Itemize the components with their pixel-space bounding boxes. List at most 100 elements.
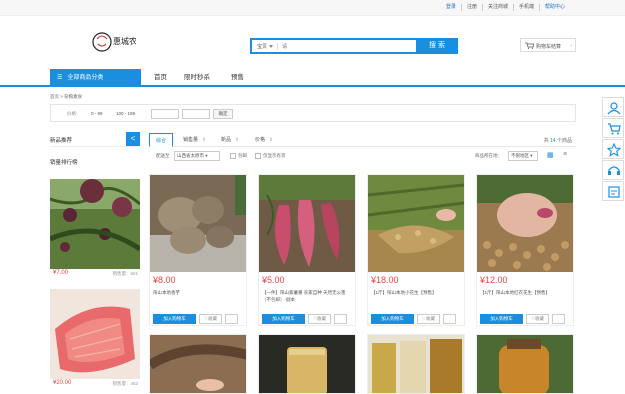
search-type-label[interactable]: 宝贝 bbox=[257, 43, 267, 50]
register-link[interactable]: 注册 bbox=[460, 4, 482, 11]
price-confirm-button[interactable]: 确定 bbox=[213, 109, 233, 119]
price-range-1[interactable]: 0 - 99 bbox=[91, 111, 103, 116]
service-button[interactable] bbox=[602, 160, 624, 180]
nav-home[interactable]: 首页 bbox=[154, 69, 167, 87]
svg-text:惠城农: 惠城农 bbox=[113, 36, 136, 46]
history-button[interactable] bbox=[602, 181, 624, 201]
product-name[interactable]: 阳山本地香芋 bbox=[153, 289, 245, 296]
cart-label: 购物车结算 bbox=[536, 44, 562, 50]
mobile-link[interactable]: 手机端 bbox=[512, 4, 539, 11]
side-cart-button[interactable] bbox=[602, 118, 624, 138]
sort-tab-sales[interactable]: 销售量 ⇕ bbox=[177, 133, 212, 147]
sort-arrow-icon: ⇕ bbox=[235, 137, 240, 143]
favorite-button[interactable]: ♡收藏 bbox=[199, 314, 222, 324]
nav-presale[interactable]: 预售 bbox=[231, 69, 244, 87]
search-button[interactable]: 搜 索 bbox=[416, 38, 458, 54]
product-card[interactable]: ¥12.00 【1斤】阳山本地红衣花生【预售】 加入购物车 ♡收藏 bbox=[476, 174, 574, 326]
side-product-image[interactable] bbox=[50, 179, 140, 269]
price-filter: 价格： 0 - 99 100 - 199 确定 bbox=[50, 104, 576, 122]
product-name[interactable]: 【1斤】阳山本地小花生【预售】 bbox=[371, 289, 463, 296]
product-image[interactable] bbox=[259, 175, 355, 272]
breadcrumb[interactable]: 首页 > 杂粮素食 bbox=[50, 94, 82, 100]
product-card[interactable]: ¥18.00 【1斤】阳山本地小花生【预售】 加入购物车 ♡收藏 bbox=[367, 174, 465, 326]
chevron-right-icon: › bbox=[570, 43, 572, 49]
nav-flash-sale[interactable]: 限时秒杀 bbox=[184, 69, 210, 87]
product-name[interactable]: 【1斤】阳山本地红衣花生【预售】 bbox=[480, 289, 572, 296]
product-card[interactable]: ¥5.00 【一件】阳山紫薯番 农家自种 天然无公害（不包邮）-副本 加入购物车… bbox=[258, 174, 356, 326]
free-shipping-label: 包邮 bbox=[238, 153, 247, 158]
favorite-button[interactable]: ♡收藏 bbox=[417, 314, 440, 324]
ship-to-label: 配送至 bbox=[156, 153, 170, 158]
filter-options: 配送至 山西省太原市 ▾ 包邮 仅显示有货 商品所在地： 不限地区 ▾ ▦ ≡ bbox=[149, 149, 576, 163]
history-icon bbox=[608, 186, 620, 198]
side-product-price: ¥20.00 bbox=[53, 380, 72, 386]
new-products-title: 新品推荐 bbox=[50, 138, 73, 144]
product-card[interactable] bbox=[367, 334, 465, 394]
add-to-cart-button[interactable]: 加入购物车 bbox=[153, 314, 196, 324]
chat-service-icon[interactable] bbox=[225, 314, 238, 324]
site-logo[interactable]: 惠城农 bbox=[92, 30, 137, 54]
caret-down-icon[interactable] bbox=[269, 45, 273, 48]
product-image[interactable] bbox=[477, 175, 573, 272]
follow-link[interactable]: 关注商城 bbox=[481, 4, 513, 11]
collapse-button[interactable]: < bbox=[126, 132, 140, 146]
price-filter-label: 价格： bbox=[67, 111, 81, 116]
chat-service-icon[interactable] bbox=[443, 314, 456, 324]
add-to-cart-button[interactable]: 加入购物车 bbox=[480, 314, 523, 324]
product-image[interactable] bbox=[368, 335, 465, 394]
product-card[interactable] bbox=[149, 334, 247, 394]
side-product-sold: 销售量：453 bbox=[112, 381, 138, 386]
product-image[interactable] bbox=[150, 175, 246, 272]
product-image[interactable] bbox=[150, 335, 247, 394]
all-categories-label: 全部商品分类 bbox=[67, 75, 104, 81]
sort-arrow-icon: ⇕ bbox=[269, 137, 274, 143]
product-image[interactable] bbox=[477, 335, 574, 394]
product-price: ¥5.00 bbox=[262, 275, 285, 285]
chat-service-icon[interactable] bbox=[334, 314, 347, 324]
sort-tab-default[interactable]: 综合 bbox=[149, 133, 174, 147]
favorite-button[interactable]: ♡收藏 bbox=[308, 314, 331, 324]
sales-ranking-title: 销量排行榜 bbox=[50, 160, 78, 166]
sort-tab-new[interactable]: 新品 ⇕ bbox=[215, 133, 245, 147]
product-image[interactable] bbox=[259, 335, 356, 394]
product-price: ¥18.00 bbox=[371, 275, 399, 285]
product-name[interactable]: 【一件】阳山紫薯番 农家自种 天然无公害（不包邮）-副本 bbox=[262, 289, 354, 303]
side-product-price: ¥7.00 bbox=[53, 270, 69, 276]
add-to-cart-button[interactable]: 加入购物车 bbox=[371, 314, 414, 324]
search-input[interactable] bbox=[282, 42, 412, 51]
product-image[interactable] bbox=[368, 175, 464, 272]
favorite-label: 收藏 bbox=[426, 316, 436, 321]
help-link[interactable]: 帮助中心 bbox=[538, 4, 570, 11]
login-link[interactable]: 登录 bbox=[441, 4, 461, 11]
origin-select[interactable]: 不限地区 ▾ bbox=[508, 151, 538, 161]
product-card[interactable]: ¥8.00 阳山本地香芋 加入购物车 ♡收藏 bbox=[149, 174, 247, 326]
free-shipping-checkbox[interactable] bbox=[230, 153, 236, 159]
sort-tab-label: 新品 bbox=[221, 137, 232, 143]
chat-service-icon[interactable] bbox=[552, 314, 565, 324]
side-product-1[interactable]: ¥7.00 销售量：601 bbox=[50, 179, 140, 276]
list-view-icon[interactable]: ≡ bbox=[563, 151, 567, 158]
favorites-button[interactable] bbox=[602, 139, 624, 159]
cart-button[interactable]: 购物车结算 › bbox=[520, 38, 576, 52]
search-divider bbox=[277, 43, 278, 50]
price-max-input[interactable] bbox=[182, 109, 210, 119]
side-product-image[interactable] bbox=[50, 289, 140, 379]
price-range-2[interactable]: 100 - 199 bbox=[116, 111, 135, 116]
top-bar: 登录 注册 关注商城 手机端 帮助中心 bbox=[0, 0, 625, 16]
price-min-input[interactable] bbox=[151, 109, 179, 119]
product-card[interactable] bbox=[258, 334, 356, 394]
origin-label: 商品所在地： bbox=[475, 153, 502, 158]
side-product-2[interactable]: ¥20.00 销售量：453 bbox=[50, 289, 140, 386]
main-nav: ☰ 全部商品分类 首页 限时秒杀 预售 bbox=[0, 69, 625, 87]
favorite-label: 收藏 bbox=[535, 316, 545, 321]
in-stock-checkbox[interactable] bbox=[255, 153, 261, 159]
ship-to-select[interactable]: 山西省太原市 ▾ bbox=[174, 151, 220, 161]
grid-view-icon[interactable]: ▦ bbox=[547, 152, 554, 159]
all-categories-button[interactable]: ☰ 全部商品分类 bbox=[50, 69, 141, 87]
user-button[interactable] bbox=[602, 97, 624, 117]
result-count: 共 14 个商品 bbox=[543, 138, 572, 144]
sort-tab-price[interactable]: 价格 ⇕ bbox=[249, 133, 279, 147]
product-card[interactable] bbox=[476, 334, 574, 394]
favorite-button[interactable]: ♡收藏 bbox=[526, 314, 549, 324]
add-to-cart-button[interactable]: 加入购物车 bbox=[262, 314, 305, 324]
